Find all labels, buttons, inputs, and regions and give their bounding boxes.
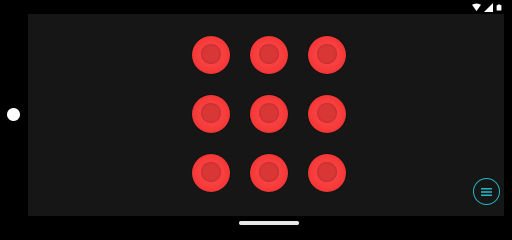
menu-icon xyxy=(481,187,492,196)
device-frame xyxy=(0,0,512,230)
button-inner-circle xyxy=(317,44,337,64)
button-inner-circle xyxy=(201,162,221,182)
battery-icon xyxy=(496,4,502,10)
menu-button[interactable] xyxy=(473,178,500,205)
signal-icon xyxy=(484,2,493,12)
grid-button-3[interactable] xyxy=(308,36,346,74)
button-grid xyxy=(192,36,346,192)
camera-cutout xyxy=(7,108,20,121)
button-inner-circle xyxy=(259,162,279,182)
grid-button-1[interactable] xyxy=(192,36,230,74)
grid-button-6[interactable] xyxy=(308,95,346,133)
button-inner-circle xyxy=(317,103,337,123)
grid-button-5[interactable] xyxy=(250,95,288,133)
wifi-icon xyxy=(472,2,481,11)
grid-button-2[interactable] xyxy=(250,36,288,74)
button-inner-circle xyxy=(259,44,279,64)
app-screen xyxy=(28,14,504,216)
button-inner-circle xyxy=(201,44,221,64)
grid-button-8[interactable] xyxy=(250,154,288,192)
button-inner-circle xyxy=(317,162,337,182)
home-indicator[interactable] xyxy=(239,221,299,225)
button-inner-circle xyxy=(201,103,221,123)
button-inner-circle xyxy=(259,103,279,123)
grid-button-4[interactable] xyxy=(192,95,230,133)
status-bar xyxy=(452,0,512,14)
grid-button-9[interactable] xyxy=(308,154,346,192)
grid-button-7[interactable] xyxy=(192,154,230,192)
